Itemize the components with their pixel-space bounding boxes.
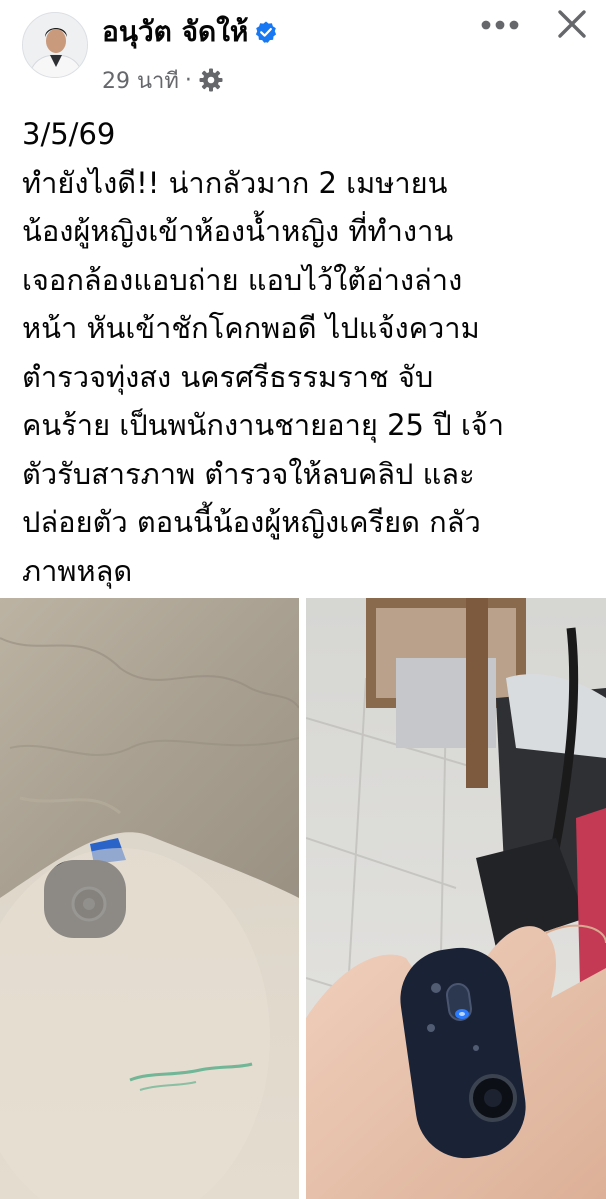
author-name[interactable]: อนุวัต จัดให้ — [102, 12, 248, 52]
post-header: อนุวัต จัดให้ 29 นาที · — [0, 0, 606, 110]
more-options-button[interactable] — [476, 6, 524, 46]
post-text-line: 3/5/69 — [22, 117, 116, 151]
author-row: อนุวัต จัดให้ — [102, 12, 278, 52]
photo-grid — [0, 598, 606, 1199]
post-photo-hidden-camera-under-sink[interactable] — [0, 598, 299, 1199]
author-avatar[interactable] — [22, 12, 88, 78]
post-photo-camera-in-hand[interactable] — [306, 598, 606, 1199]
verified-badge-icon — [254, 20, 278, 44]
post-text-line: น้องผู้หญิงเข้าห้องน้ำหญิง ที่ทำงาน — [22, 214, 454, 248]
post-meta: 29 นาที · — [102, 60, 224, 100]
post-text-line: ภาพหลุด — [22, 553, 133, 588]
close-button[interactable] — [548, 4, 596, 48]
post-text-line: ทำยังไงดี!! น่ากลัวมาก 2 เมษายน — [22, 165, 448, 200]
post-text-line: ปล่อยตัว ตอนนี้น้องผู้หญิงเครียด กลัว — [22, 505, 481, 539]
post-text-line: ตำรวจทุ่งสง นครศรีธรรมราช จับ — [22, 359, 434, 394]
post-text-line: คนร้าย เป็นพนักงานชายอายุ 25 ปี เจ้า — [22, 408, 505, 442]
post-viewer: อนุวัต จัดให้ 29 นาที · 3/5/69 ทำยังไงดี… — [0, 0, 606, 1199]
post-text-line: หน้า หันเข้าชักโคกพอดี ไปแจ้งความ — [22, 311, 480, 345]
post-text-line: เจอกล้องแอบถ่าย แอบไว้ใต้อ่างล่าง — [22, 262, 463, 297]
gear-icon[interactable] — [198, 67, 224, 93]
more-horizontal-icon — [478, 17, 522, 36]
post-text: 3/5/69 ทำยังไงดี!! น่ากลัวมาก 2 เมษายน น… — [22, 110, 588, 595]
post-text-line: ตัวรับสารภาพ ตำรวจให้ลบคลิป และ — [22, 456, 475, 491]
avatar-image — [23, 13, 87, 77]
post-time[interactable]: 29 นาที — [102, 63, 179, 98]
close-icon — [557, 9, 587, 43]
meta-separator: · — [184, 67, 192, 93]
